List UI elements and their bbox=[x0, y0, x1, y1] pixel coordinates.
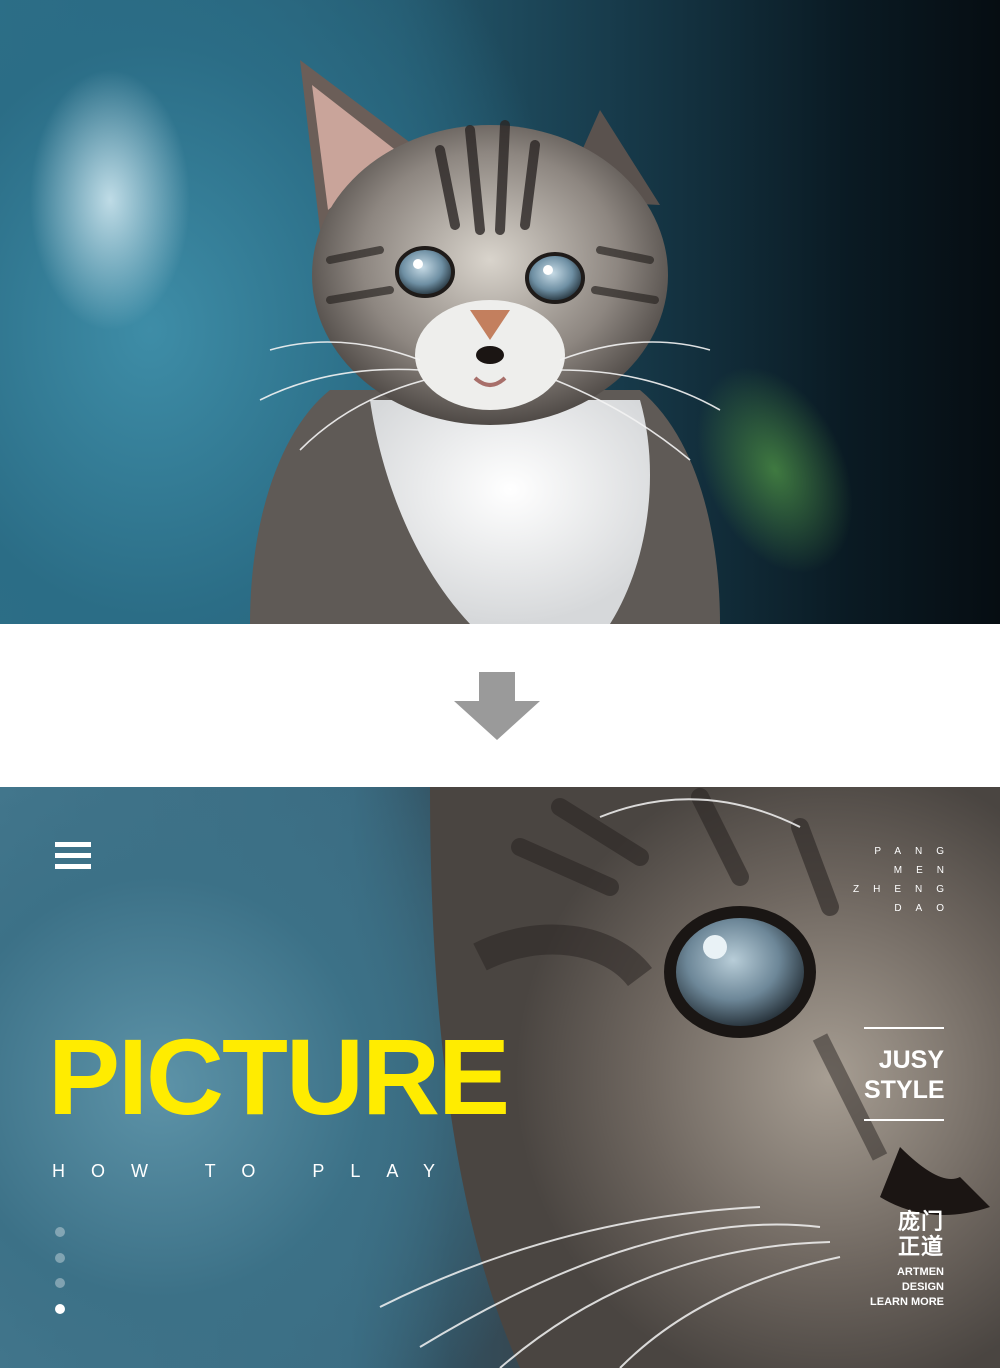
slide-dot-active[interactable] bbox=[55, 1303, 65, 1314]
side-word: DAO bbox=[894, 903, 958, 914]
brand-cn-line: 正道 bbox=[897, 1235, 944, 1260]
slide-dot[interactable] bbox=[55, 1278, 65, 1288]
style-block: JUSY STYLE bbox=[864, 1027, 945, 1121]
brand-en-line: DESIGN bbox=[901, 1281, 944, 1293]
side-word: ZHENG bbox=[853, 884, 958, 895]
side-word: PANG bbox=[874, 846, 958, 857]
slide-dot[interactable] bbox=[55, 1227, 65, 1237]
divider bbox=[864, 1027, 944, 1029]
down-arrow-icon bbox=[454, 672, 540, 740]
top-cat-photo bbox=[0, 0, 1000, 624]
slide-pagination bbox=[55, 1227, 65, 1329]
side-word: MEN bbox=[893, 865, 958, 876]
headline: PICTURE bbox=[48, 1016, 510, 1137]
style-line: JUSY bbox=[878, 1046, 944, 1074]
subline: HOW TO PLAY bbox=[52, 1161, 462, 1181]
brand-en-line: ARTMEN bbox=[896, 1266, 944, 1278]
bottom-cat-photo: PANG MEN ZHENG DAO PICTURE HOW TO PLAY J… bbox=[0, 787, 1000, 1368]
vertical-word-stack: PANG MEN ZHENG DAO bbox=[853, 842, 944, 918]
brand-block: 庞门 正道 ARTMEN DESIGN LEARN MORE bbox=[870, 1210, 944, 1310]
learn-more-link[interactable]: LEARN MORE bbox=[870, 1295, 944, 1310]
divider bbox=[864, 1119, 944, 1121]
brand-cn-line: 庞门 bbox=[897, 1210, 944, 1235]
style-line: STYLE bbox=[864, 1076, 945, 1104]
hamburger-menu-icon[interactable] bbox=[55, 842, 91, 870]
kitten-illustration bbox=[250, 60, 721, 624]
slide-dot[interactable] bbox=[55, 1252, 65, 1263]
